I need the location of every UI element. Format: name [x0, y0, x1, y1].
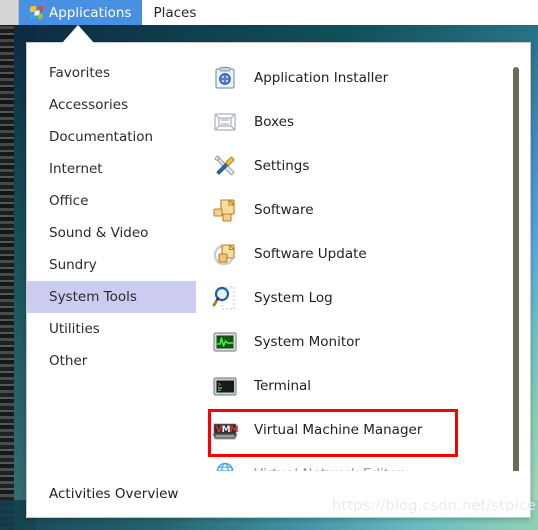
sidebar-label: System Tools [49, 289, 137, 305]
menu-places[interactable]: Places [142, 0, 207, 25]
sidebar-item-office[interactable]: Office [27, 185, 196, 217]
activities-overview-button[interactable]: Activities Overview [27, 486, 178, 502]
app-item-software-update[interactable]: Software Update [204, 232, 530, 276]
sidebar-item-sound-and-video[interactable]: Sound & Video [27, 217, 196, 249]
app-label: Terminal [254, 378, 312, 394]
software-update-icon [210, 239, 240, 269]
sidebar-label: Favorites [49, 65, 110, 81]
app-label: Software [254, 202, 314, 218]
app-item-virtual-network-editor[interactable]: Virtual Network Editor [204, 452, 530, 471]
application-installer-icon [210, 63, 240, 93]
boxes-icon [210, 107, 240, 137]
virtual-machine-manager-icon: V M M [210, 415, 240, 445]
app-item-system-monitor[interactable]: System Monitor [204, 320, 530, 364]
system-monitor-icon [210, 327, 240, 357]
sidebar-label: Sundry [49, 257, 97, 273]
menu-applications-label: Applications [49, 4, 132, 21]
app-item-settings[interactable]: Settings [204, 144, 530, 188]
sidebar-label: Other [49, 353, 88, 369]
svg-text:M: M [230, 425, 239, 435]
software-icon [210, 195, 240, 225]
app-item-software[interactable]: Software [204, 188, 530, 232]
app-item-system-log[interactable]: System Log [204, 276, 530, 320]
app-list-scrollbar-thumb[interactable] [513, 67, 519, 471]
app-label: Virtual Machine Manager [254, 422, 423, 438]
sidebar-label: Office [49, 193, 89, 209]
menu-places-label: Places [153, 4, 197, 21]
sidebar-item-system-tools[interactable]: System Tools [27, 281, 196, 313]
app-item-boxes[interactable]: Boxes [204, 100, 530, 144]
virtual-network-editor-icon [210, 459, 240, 471]
app-label: Settings [254, 158, 310, 174]
sidebar-label: Sound & Video [49, 225, 149, 241]
sidebar-item-internet[interactable]: Internet [27, 153, 196, 185]
watermark-text: https://blog.csdn.net/stpice [331, 498, 536, 514]
sidebar-item-other[interactable]: Other [27, 345, 196, 377]
application-list: Application Installer Boxes Settings Sof… [196, 43, 530, 471]
settings-icon [210, 151, 240, 181]
top-panel-left-edge [0, 0, 19, 25]
menu-applications[interactable]: Applications [19, 0, 143, 25]
sidebar-label: Documentation [49, 129, 154, 145]
pinwheel-icon [30, 6, 43, 19]
sidebar-label: Accessories [49, 97, 129, 113]
applications-menu-panel: Favorites Accessories Documentation Inte… [26, 42, 531, 518]
sidebar-label: Utilities [49, 321, 100, 337]
sidebar-item-utilities[interactable]: Utilities [27, 313, 196, 345]
sidebar-item-favorites[interactable]: Favorites [27, 57, 196, 89]
app-label: Boxes [254, 114, 295, 130]
app-label: Software Update [254, 246, 367, 262]
category-sidebar: Favorites Accessories Documentation Inte… [27, 43, 196, 471]
app-list-scrollbar[interactable] [510, 51, 522, 471]
desktop-left-filmstrip [0, 22, 14, 530]
app-label: System Log [254, 290, 333, 306]
app-label: System Monitor [254, 334, 360, 350]
app-item-virtual-machine-manager[interactable]: V M M Virtual Machine Manager [204, 408, 530, 452]
app-item-application-installer[interactable]: Application Installer [204, 56, 530, 100]
sidebar-item-sundry[interactable]: Sundry [27, 249, 196, 281]
terminal-icon: > [210, 371, 240, 401]
menu-pointer-arrow [62, 25, 94, 43]
activities-overview-label: Activities Overview [49, 486, 179, 502]
app-label: Application Installer [254, 70, 389, 86]
sidebar-item-documentation[interactable]: Documentation [27, 121, 196, 153]
svg-text:>: > [218, 382, 221, 388]
sidebar-item-accessories[interactable]: Accessories [27, 89, 196, 121]
sidebar-label: Internet [49, 161, 103, 177]
system-log-icon [210, 283, 240, 313]
app-item-terminal[interactable]: > Terminal [204, 364, 530, 408]
top-panel: Applications Places [0, 0, 538, 25]
menu-body: Favorites Accessories Documentation Inte… [27, 43, 530, 471]
